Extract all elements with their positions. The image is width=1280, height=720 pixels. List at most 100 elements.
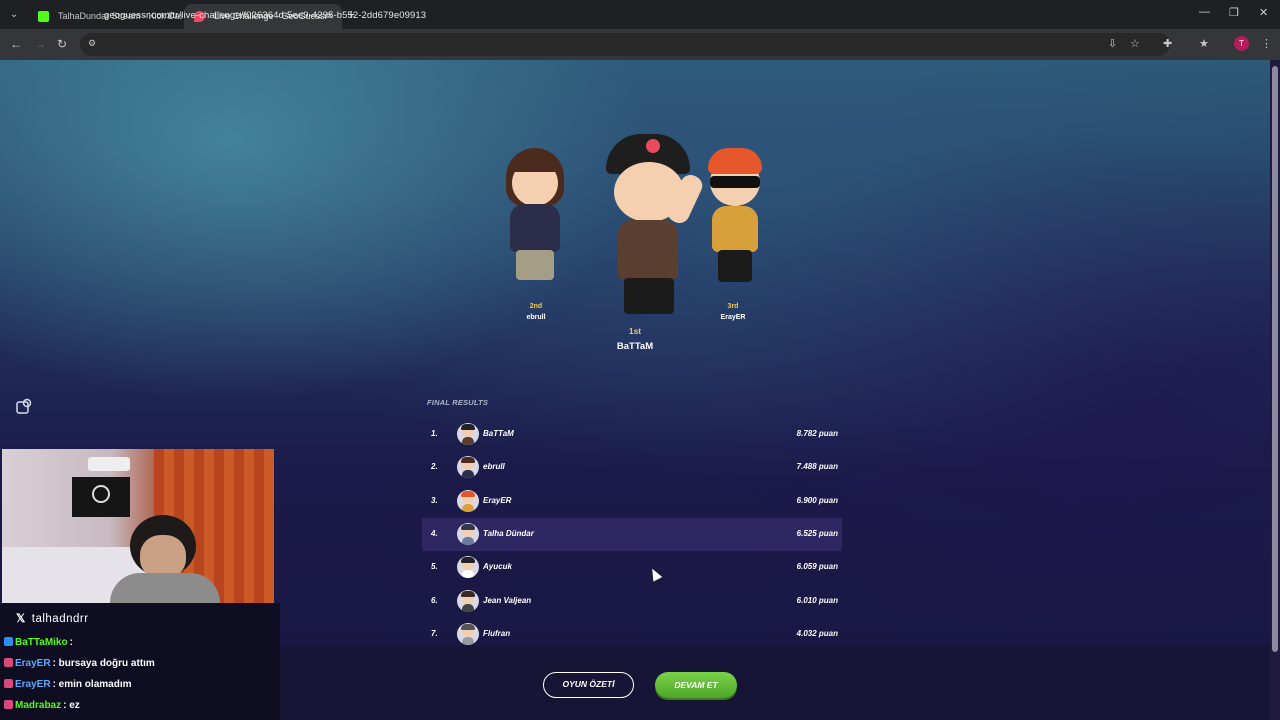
avatar-body (510, 204, 560, 252)
result-row[interactable]: 6. Jean Valjean 6.010 puan (422, 585, 842, 618)
chat-badge-icon (4, 679, 13, 688)
player-name: Jean Valjean (483, 595, 532, 605)
player-score: 8.782 puan (796, 429, 838, 438)
chat-username: BaTTaMiko (15, 637, 68, 648)
reload-icon[interactable]: ↻ (57, 37, 67, 51)
chat-text: : emin olamadım (52, 679, 132, 690)
kick-favicon-icon (38, 11, 49, 22)
player-score: 6.900 puan (796, 495, 838, 505)
install-app-icon[interactable]: ⇩ (1108, 37, 1117, 50)
podium-avatar-third (694, 148, 778, 298)
chat-message: ErayER: emin olamadım (4, 679, 131, 690)
player-name: ebrull (483, 462, 505, 472)
chat-message: BaTTaMiko: (4, 637, 73, 648)
result-rank: 4. (431, 528, 438, 538)
podium-second-name: ebrull (526, 314, 546, 321)
result-row[interactable]: 5. Ayucuk 6.059 puan (422, 551, 842, 584)
game-summary-button[interactable]: OYUN ÖZETİ (543, 672, 634, 698)
result-row[interactable]: 2. ebrull 7.488 puan (422, 451, 842, 484)
webcam-air-conditioner (88, 457, 130, 471)
avatar-hair (708, 148, 762, 174)
result-rank: 1. (431, 429, 438, 438)
avatar-body (712, 206, 758, 252)
player-name: Ayucuk (483, 562, 512, 572)
avatar-legs (516, 250, 554, 280)
player-score: 6.010 puan (796, 595, 838, 605)
back-arrow-icon[interactable]: ← (10, 37, 22, 51)
avatar-fringe (510, 154, 560, 172)
reading-list-icon[interactable]: ★ (1199, 37, 1209, 50)
scrollbar-thumb[interactable] (1272, 66, 1278, 652)
chat-message: ErayER: bursaya doğru attım (4, 658, 155, 669)
webcam-flag (72, 477, 130, 517)
podium-first-place: 1st (628, 326, 642, 336)
forward-arrow-icon[interactable]: → (34, 37, 46, 51)
podium-third-name: ErayER (720, 314, 746, 321)
x-logo-icon: 𝕏 (16, 613, 26, 625)
result-row[interactable]: 1. BaTTaM 8.782 puan (422, 418, 842, 451)
stream-handle: 𝕏talhadndrr (16, 611, 89, 625)
chat-badge-icon (4, 637, 13, 646)
minimize-window-icon[interactable]: — (1199, 6, 1210, 18)
results-action-bar (280, 646, 1270, 720)
player-name: Flufran (483, 628, 511, 638)
result-rank: 6. (431, 595, 438, 605)
geoguessr-cap-logo-icon (646, 139, 660, 153)
podium-third-place: 3rd (727, 303, 739, 310)
share-icon[interactable] (15, 398, 33, 416)
player-avatar (457, 522, 479, 545)
podium-avatar-first (600, 134, 706, 324)
chat-text: : ez (63, 700, 80, 711)
chat-text: : (69, 637, 73, 648)
result-rank: 2. (431, 462, 438, 472)
player-name: BaTTaM (483, 429, 514, 438)
podium-second-place: 2nd (529, 303, 543, 310)
player-name: Talha Dündar (483, 528, 534, 538)
bookmark-star-icon[interactable]: ☆ (1130, 37, 1140, 50)
player-avatar (457, 622, 479, 645)
player-avatar (457, 556, 479, 579)
url-text[interactable]: geoguessr.com/tr/live-challenge/f026364d… (104, 10, 426, 21)
player-name: ErayER (483, 495, 512, 505)
podium-first-name: BaTTaM (616, 341, 654, 352)
tab-search-chevron-icon[interactable]: ⌄ (6, 7, 22, 23)
close-window-icon[interactable]: ✕ (1259, 6, 1268, 19)
chat-username: Madrabaz (15, 700, 62, 711)
chat-badge-icon (4, 700, 13, 709)
result-rank: 7. (431, 628, 438, 638)
player-avatar (457, 489, 479, 512)
player-avatar (457, 589, 479, 612)
result-row[interactable]: 3. ErayER 6.900 puan (422, 485, 842, 518)
menu-kebab-icon[interactable]: ⋮ (1261, 37, 1272, 50)
chat-username: ErayER (15, 658, 51, 669)
result-row[interactable]: 4. Talha Dündar 6.525 puan (422, 517, 842, 551)
player-score: 7.488 puan (796, 462, 838, 472)
player-score: 6.525 puan (796, 528, 838, 538)
player-score: 4.032 puan (796, 628, 838, 638)
site-info-icon[interactable]: ⚙ (88, 38, 96, 49)
result-rank: 3. (431, 495, 438, 505)
profile-avatar[interactable]: T (1234, 36, 1249, 51)
sunglasses-icon (710, 176, 760, 188)
chat-badge-icon (4, 658, 13, 667)
webcam-feed (2, 449, 274, 603)
restore-window-icon[interactable]: ❐ (1229, 6, 1239, 19)
avatar-legs (624, 278, 674, 314)
chat-text: : bursaya doğru attım (52, 658, 155, 669)
podium-avatar-second (494, 148, 578, 298)
continue-button[interactable]: DEVAM ET (655, 672, 737, 698)
extensions-puzzle-icon[interactable]: ✚ (1163, 37, 1172, 50)
player-avatar (457, 423, 479, 445)
webcam-streamer-shirt (110, 573, 220, 603)
stream-handle-text: talhadndrr (31, 613, 89, 625)
page-scrollbar[interactable] (1270, 60, 1280, 720)
avatar-body (618, 220, 678, 280)
player-score: 6.059 puan (796, 562, 838, 572)
player-avatar (457, 456, 479, 479)
browser-toolbar: ← → ↻ ⚙ ⇩ ☆ ✚ ★ ⋮ (0, 29, 1280, 60)
chat-message: Madrabaz: ez (4, 700, 80, 711)
address-bar[interactable]: ⚙ (80, 33, 1170, 56)
result-rank: 5. (431, 562, 438, 572)
avatar-legs (718, 250, 752, 282)
final-results-heading: FINAL RESULTS (427, 398, 489, 407)
